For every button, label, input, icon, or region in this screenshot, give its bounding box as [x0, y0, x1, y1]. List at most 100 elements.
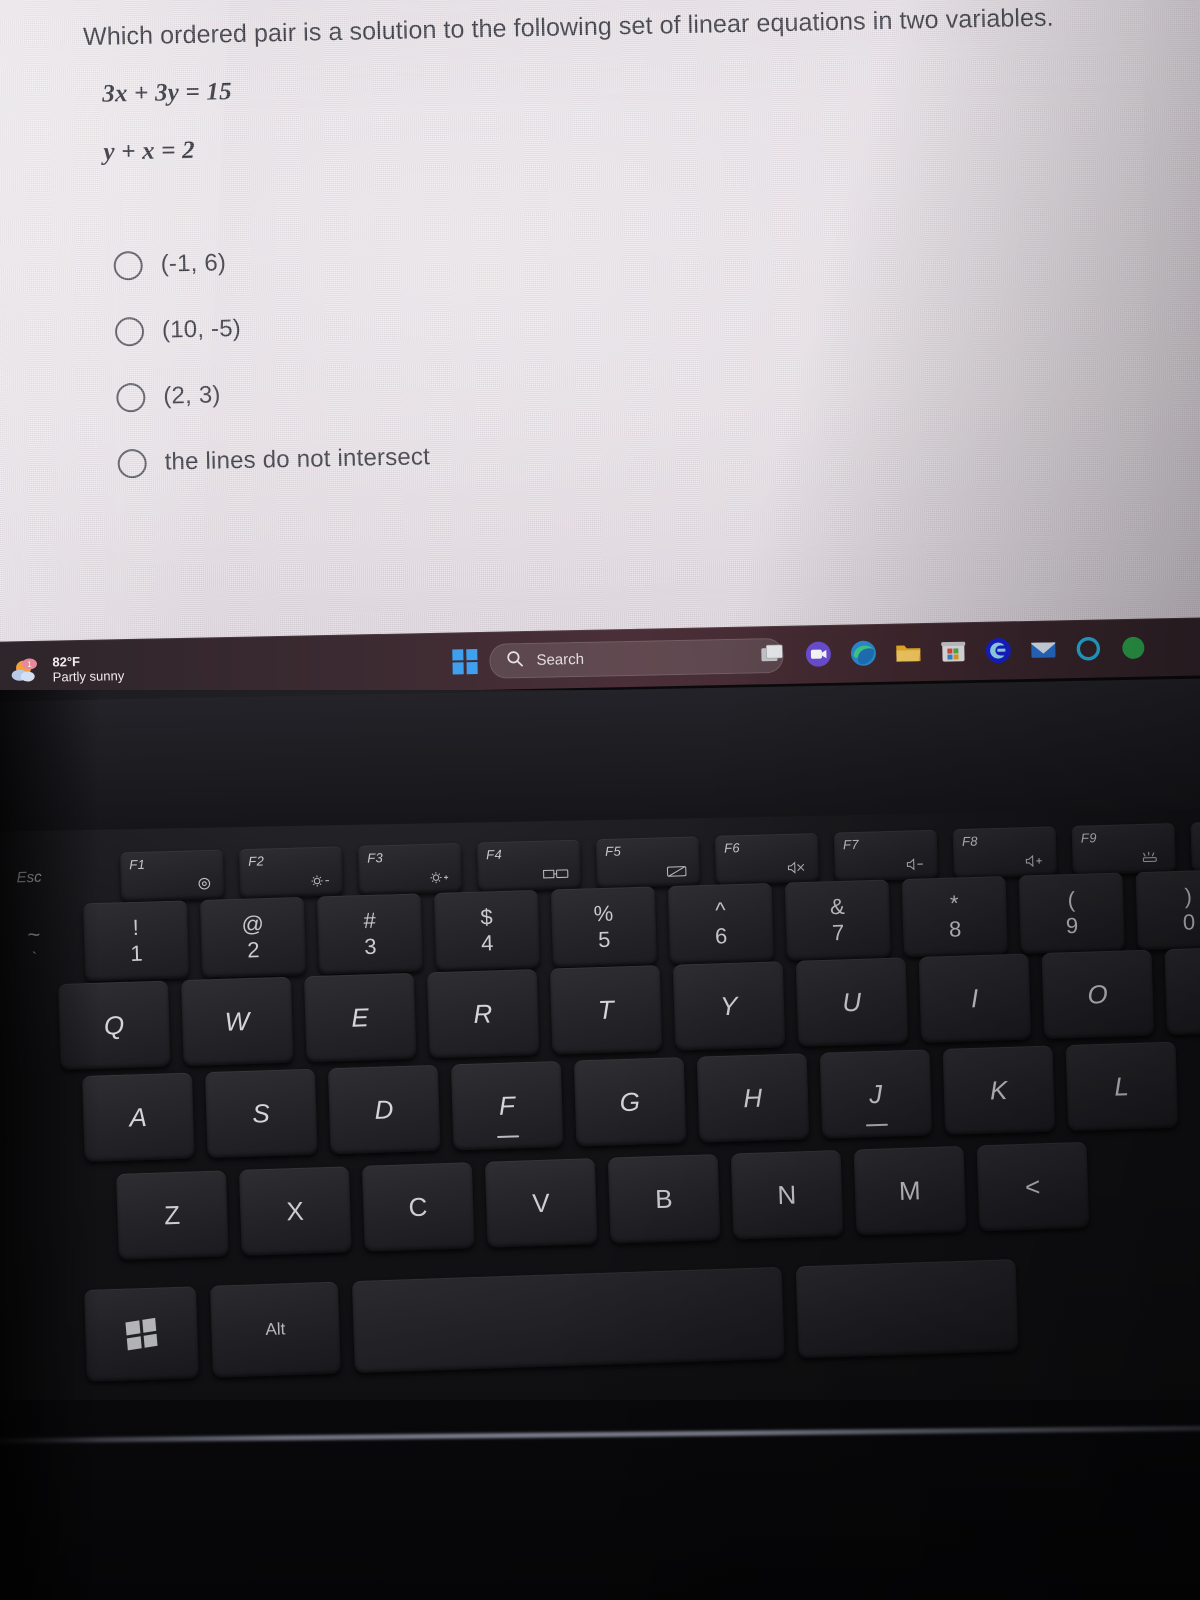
- key-f10[interactable]: F10: [1190, 819, 1200, 872]
- key-f4[interactable]: F4: [476, 839, 582, 892]
- key-backtick-lower: `: [31, 948, 38, 965]
- key-b[interactable]: B: [607, 1154, 721, 1244]
- key-right-blank[interactable]: [795, 1259, 1019, 1359]
- radio-button-2[interactable]: [114, 316, 145, 347]
- key-c[interactable]: C: [361, 1162, 475, 1252]
- key-5-lower: 5: [597, 926, 611, 953]
- key-7-lower: 7: [831, 919, 845, 946]
- key-s[interactable]: S: [204, 1068, 318, 1159]
- task-view-icon[interactable]: [758, 640, 789, 671]
- teams-icon[interactable]: [803, 639, 834, 670]
- mail-icon[interactable]: [1028, 634, 1059, 665]
- volume-up-icon: [1024, 854, 1044, 872]
- key-e[interactable]: E: [303, 972, 417, 1063]
- key-f7[interactable]: F7: [833, 829, 939, 882]
- key-p[interactable]: P: [1164, 945, 1200, 1036]
- key-k[interactable]: K: [942, 1045, 1056, 1135]
- key-2[interactable]: @ 2: [199, 896, 307, 978]
- key-w[interactable]: W: [180, 976, 294, 1067]
- radio-button-1[interactable]: [113, 250, 144, 281]
- key-o[interactable]: O: [1041, 949, 1155, 1040]
- equation-1: 3x + 3y = 15: [102, 78, 233, 108]
- key-f2-label: F2: [248, 853, 265, 869]
- radio-button-3[interactable]: [116, 382, 146, 413]
- key-u[interactable]: U: [795, 957, 909, 1047]
- home-row-bump-f: [497, 1134, 520, 1138]
- key-3-lower: 3: [363, 933, 377, 960]
- deck-upper-shadow: [0, 677, 1200, 833]
- key-4-upper: $: [480, 904, 494, 930]
- weather-temperature: 82°F: [52, 653, 81, 670]
- key-z[interactable]: Z: [116, 1170, 229, 1260]
- key-1-upper: !: [132, 914, 140, 940]
- laptop-photo: Which ordered pair is a solution to the …: [0, 0, 1200, 1600]
- key-r[interactable]: R: [426, 968, 540, 1059]
- key-7-upper: &: [829, 893, 846, 920]
- key-f9[interactable]: F9: [1071, 823, 1176, 875]
- key-f3-label: F3: [366, 850, 384, 866]
- file-explorer-icon[interactable]: [893, 637, 924, 668]
- key-f2[interactable]: F2: [238, 846, 344, 899]
- edge-icon[interactable]: [848, 638, 879, 669]
- key-esc[interactable]: Esc: [0, 853, 105, 900]
- key-i[interactable]: I: [918, 953, 1032, 1043]
- key-x[interactable]: X: [238, 1166, 352, 1256]
- key-f3[interactable]: F3: [357, 842, 463, 895]
- app-extra-icon[interactable]: [1118, 633, 1149, 664]
- key-d[interactable]: D: [327, 1064, 441, 1155]
- key-0-upper: ): [1184, 883, 1193, 909]
- equation-2: y + x = 2: [103, 137, 196, 166]
- key-windows[interactable]: [84, 1286, 199, 1382]
- key-f[interactable]: F: [450, 1060, 564, 1151]
- key-8[interactable]: * 8: [901, 876, 1008, 958]
- key-f5[interactable]: F5: [595, 836, 701, 889]
- key-f8[interactable]: F8: [952, 826, 1057, 879]
- key-f8-label: F8: [961, 833, 979, 849]
- key-a[interactable]: A: [82, 1072, 195, 1162]
- key-f6[interactable]: F6: [714, 832, 820, 885]
- key-space[interactable]: [351, 1266, 785, 1374]
- key-0[interactable]: ) 0: [1135, 869, 1200, 951]
- key-t[interactable]: T: [549, 965, 663, 1055]
- key-g[interactable]: G: [573, 1057, 687, 1147]
- radio-button-4[interactable]: [117, 448, 147, 479]
- key-9[interactable]: ( 9: [1018, 872, 1125, 954]
- partly-sunny-icon: 1: [10, 655, 45, 686]
- taskbar-weather-widget[interactable]: 1 82°F Partly sunny: [10, 651, 221, 686]
- search-icon: [506, 650, 523, 670]
- volume-down-icon: [905, 857, 925, 875]
- key-backtick[interactable]: ~ `: [0, 904, 72, 984]
- key-f1[interactable]: F1: [119, 849, 225, 902]
- key-f6-label: F6: [723, 840, 741, 856]
- answer-options: (-1, 6) (10, -5) (2, 3) the lines do not…: [113, 213, 1102, 497]
- key-h[interactable]: H: [696, 1053, 810, 1143]
- key-1[interactable]: ! 1: [82, 900, 190, 982]
- key-j[interactable]: J: [819, 1049, 933, 1139]
- microsoft-store-icon[interactable]: [938, 636, 969, 667]
- key-comma[interactable]: <: [976, 1141, 1090, 1232]
- search-input[interactable]: Search: [489, 637, 784, 679]
- key-y[interactable]: Y: [672, 961, 786, 1051]
- cortana-icon[interactable]: [1073, 633, 1104, 664]
- key-v[interactable]: V: [484, 1158, 598, 1248]
- copilot-icon[interactable]: [983, 635, 1014, 666]
- weather-condition: Partly sunny: [52, 668, 125, 685]
- key-3[interactable]: # 3: [316, 893, 424, 975]
- key-m[interactable]: M: [853, 1145, 967, 1236]
- key-f5-label: F5: [604, 843, 622, 859]
- key-7[interactable]: & 7: [784, 879, 891, 961]
- key-5[interactable]: % 5: [550, 886, 658, 968]
- key-n[interactable]: N: [730, 1149, 844, 1240]
- key-4[interactable]: $ 4: [433, 889, 541, 971]
- keyboard-backlight-icon: [1141, 850, 1163, 868]
- key-q[interactable]: Q: [58, 980, 171, 1070]
- key-l[interactable]: L: [1065, 1041, 1179, 1132]
- windows-start-icon[interactable]: [452, 648, 478, 675]
- key-6[interactable]: ^ 6: [667, 882, 774, 965]
- option-label-3: (2, 3): [163, 381, 221, 410]
- option-label-4: the lines do not intersect: [164, 443, 431, 476]
- key-alt[interactable]: Alt: [209, 1281, 341, 1378]
- key-0-lower: 0: [1182, 909, 1196, 935]
- key-3-upper: #: [363, 907, 377, 934]
- home-row-bump-j: [865, 1123, 888, 1127]
